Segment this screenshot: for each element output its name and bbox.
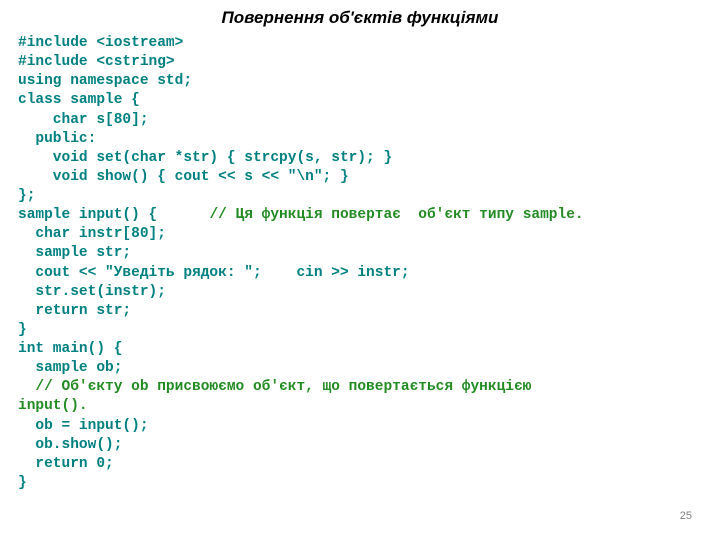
code-segment: #include <cstring> — [18, 54, 175, 70]
code-line: void set(char *str) { strcpy(s, str); } — [18, 149, 720, 168]
code-segment: }; — [18, 188, 35, 204]
code-segment: void show() { cout << s << "\n"; } — [18, 169, 349, 185]
code-segment: ob = input(); — [18, 418, 149, 434]
code-segment: using namespace std; — [18, 73, 192, 89]
code-block: #include <iostream> #include <cstring> usi… — [0, 34, 720, 493]
code-line: char instr[80]; — [18, 225, 720, 244]
code-segment: return 0; — [18, 456, 114, 472]
code-segment: // Об'єкту ob присвоюємо об'єкт, що пове… — [35, 379, 531, 395]
code-line: char s[80]; — [18, 111, 720, 130]
code-line: } — [18, 321, 720, 340]
code-segment: input(). — [18, 398, 88, 414]
code-segment: void set(char *str) { strcpy(s, str); } — [18, 150, 392, 166]
code-line: class sample { — [18, 91, 720, 110]
code-segment: int main() { — [18, 341, 122, 357]
code-line: }; — [18, 187, 720, 206]
code-line: cout << "Уведіть рядок: "; cin >> instr; — [18, 264, 720, 283]
code-segment: } — [18, 475, 27, 491]
code-segment: } — [18, 322, 27, 338]
code-segment: cout << "Уведіть рядок: "; cin >> instr; — [18, 265, 410, 281]
code-segment: char s[80]; — [18, 112, 149, 128]
code-line: input(). — [18, 397, 720, 416]
code-segment: sample str; — [18, 245, 131, 261]
slide-title: Повернення об'єктів функціями — [0, 8, 720, 28]
code-line: #include <iostream> — [18, 34, 720, 53]
code-line: return 0; — [18, 455, 720, 474]
code-segment: ob.show(); — [18, 437, 122, 453]
code-segment: char instr[80]; — [18, 226, 166, 242]
code-line: } — [18, 474, 720, 493]
code-line: sample input() { // Ця функція повертає … — [18, 206, 720, 225]
code-line: using namespace std; — [18, 72, 720, 91]
code-line: str.set(instr); — [18, 283, 720, 302]
code-line: sample str; — [18, 244, 720, 263]
code-segment: #include <iostream> — [18, 35, 183, 51]
code-line: ob.show(); — [18, 436, 720, 455]
code-segment — [18, 379, 35, 395]
code-line: ob = input(); — [18, 417, 720, 436]
code-line: void show() { cout << s << "\n"; } — [18, 168, 720, 187]
code-line: int main() { — [18, 340, 720, 359]
code-segment: class sample { — [18, 92, 140, 108]
code-segment: sample ob; — [18, 360, 122, 376]
code-segment: sample input() { — [18, 207, 209, 223]
code-line: return str; — [18, 302, 720, 321]
code-segment: public: — [18, 131, 96, 147]
code-line: // Об'єкту ob присвоюємо об'єкт, що пове… — [18, 378, 720, 397]
code-line: sample ob; — [18, 359, 720, 378]
code-segment: // Ця функція повертає об'єкт типу sampl… — [209, 207, 583, 223]
code-line: public: — [18, 130, 720, 149]
code-segment: return str; — [18, 303, 131, 319]
code-line: #include <cstring> — [18, 53, 720, 72]
slide-number: 25 — [680, 510, 692, 522]
code-segment: str.set(instr); — [18, 284, 166, 300]
